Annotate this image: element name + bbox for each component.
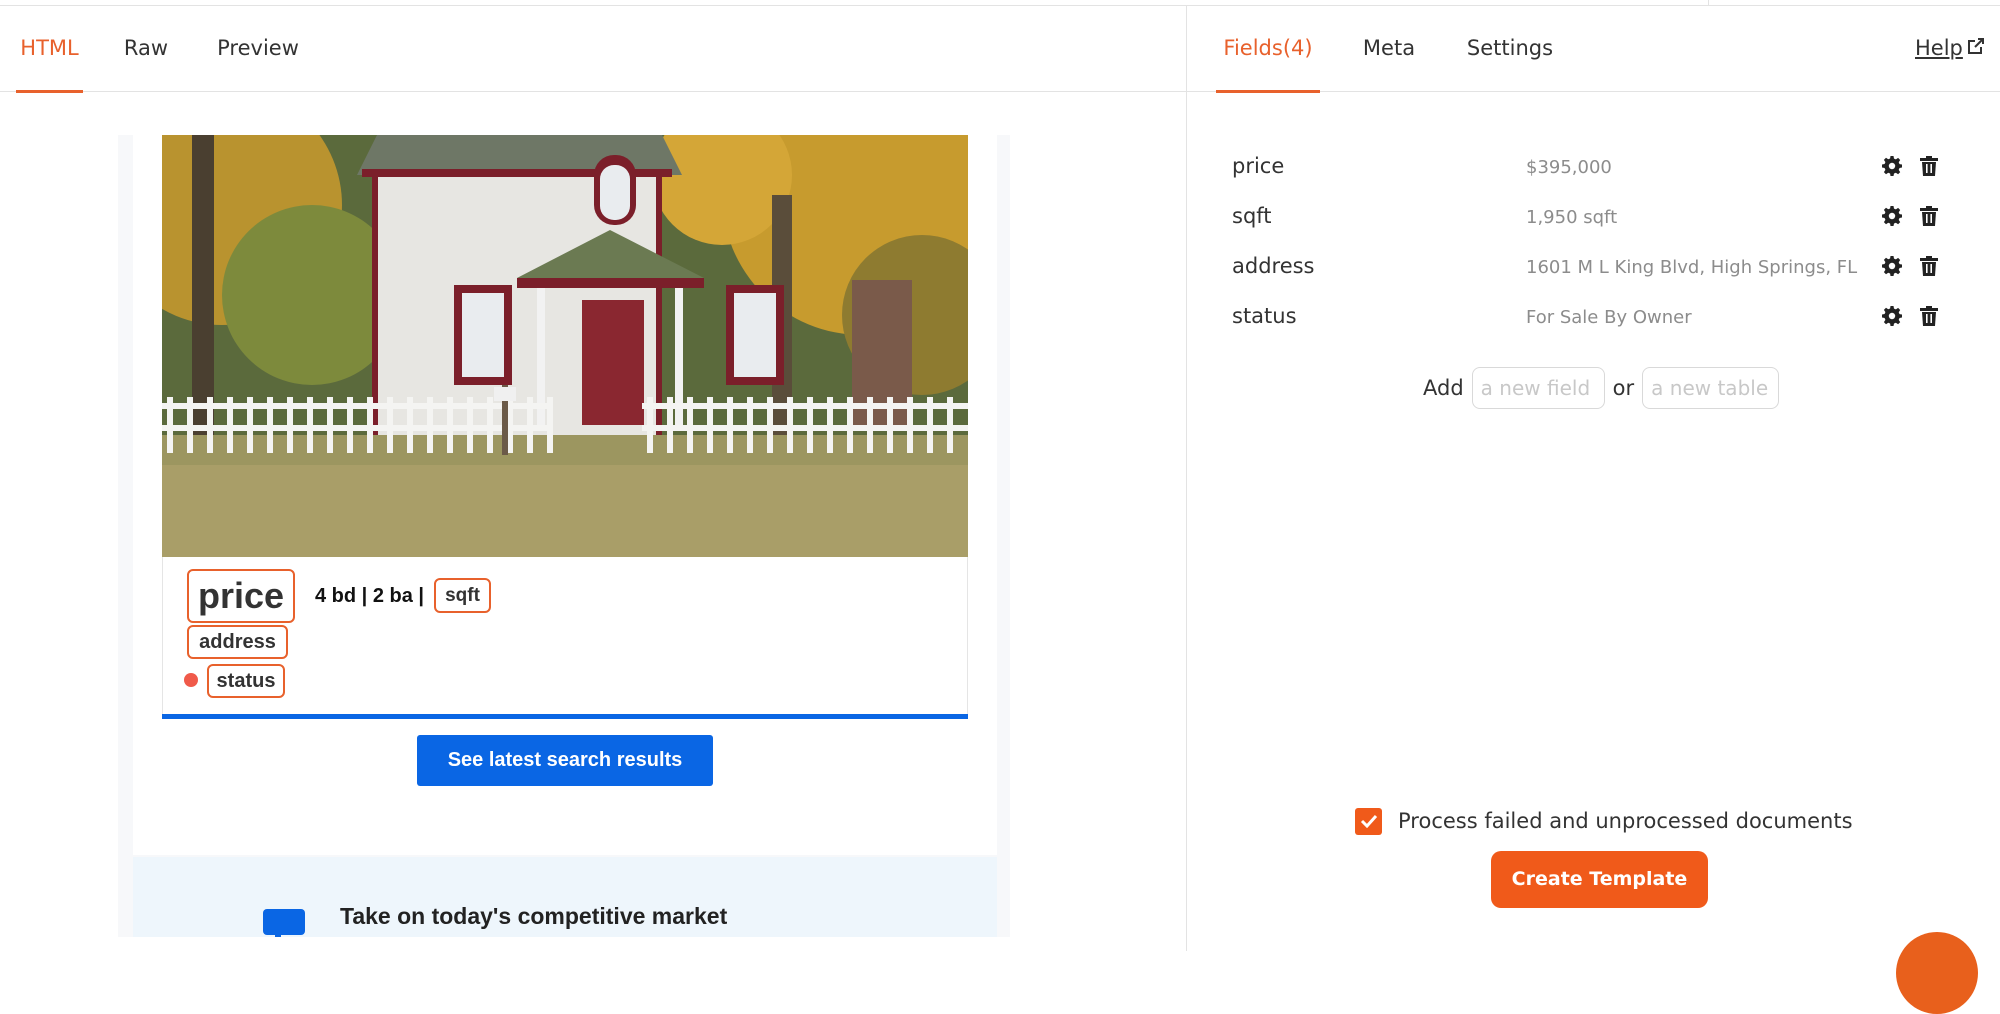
status-dot bbox=[184, 673, 198, 687]
panel-divider bbox=[1186, 6, 1187, 951]
field-name[interactable]: address bbox=[1232, 254, 1315, 278]
listing-accent-bar bbox=[162, 714, 968, 719]
gear-icon[interactable] bbox=[1882, 206, 1904, 228]
see-latest-search-results-button[interactable]: See latest search results bbox=[417, 735, 713, 786]
trash-icon[interactable] bbox=[1920, 306, 1942, 328]
chip-address[interactable]: address bbox=[187, 625, 288, 659]
beds-baths: 4 bd | 2 ba | bbox=[315, 585, 424, 607]
gear-icon[interactable] bbox=[1882, 306, 1904, 328]
add-field-row: Add or bbox=[1423, 367, 1787, 409]
check-icon bbox=[1360, 814, 1377, 828]
create-template-button[interactable]: Create Template bbox=[1491, 851, 1708, 908]
tab-raw[interactable]: Raw bbox=[118, 6, 174, 92]
field-name[interactable]: status bbox=[1232, 304, 1297, 328]
tab-html[interactable]: HTML bbox=[16, 6, 83, 93]
new-table-input[interactable] bbox=[1642, 367, 1780, 409]
tab-preview[interactable]: Preview bbox=[214, 6, 302, 92]
help-link[interactable]: Help bbox=[1915, 33, 1985, 63]
tab-fields[interactable]: Fields(4) bbox=[1216, 6, 1320, 93]
field-row-sqft: sqft 1,950 sqft bbox=[1232, 198, 1952, 238]
chat-message-icon bbox=[263, 907, 305, 937]
help-label: Help bbox=[1915, 36, 1963, 60]
field-value: 1,950 sqft bbox=[1526, 207, 1618, 228]
tab-settings[interactable]: Settings bbox=[1465, 6, 1555, 92]
promo-section: Take on today's competitive market bbox=[133, 857, 997, 937]
field-value: 1601 M L King Blvd, High Springs, FL bbox=[1526, 257, 1858, 278]
field-row-status: status For Sale By Owner bbox=[1232, 298, 1952, 338]
chip-price[interactable]: price bbox=[187, 569, 295, 623]
gear-icon[interactable] bbox=[1882, 156, 1904, 178]
field-row-address: address 1601 M L King Blvd, High Springs… bbox=[1232, 248, 1952, 288]
chip-status[interactable]: status bbox=[207, 664, 285, 698]
editor-tabs: HTML Raw Preview bbox=[0, 6, 1186, 93]
tab-meta[interactable]: Meta bbox=[1361, 6, 1417, 92]
trash-icon[interactable] bbox=[1920, 206, 1942, 228]
process-documents-checkbox[interactable] bbox=[1355, 807, 1382, 835]
field-row-price: price $395,000 bbox=[1232, 148, 1952, 188]
gear-icon[interactable] bbox=[1882, 256, 1904, 278]
process-documents-option: Process failed and unprocessed documents bbox=[1355, 807, 1853, 835]
add-label: Add bbox=[1423, 376, 1464, 400]
promo-title: Take on today's competitive market bbox=[340, 903, 728, 929]
external-link-icon bbox=[1967, 36, 1985, 60]
trash-icon[interactable] bbox=[1920, 156, 1942, 178]
or-label: or bbox=[1612, 376, 1635, 400]
trash-icon[interactable] bbox=[1920, 256, 1942, 278]
new-field-input[interactable] bbox=[1471, 367, 1605, 409]
chip-sqft[interactable]: sqft bbox=[434, 578, 491, 613]
process-documents-label: Process failed and unprocessed documents bbox=[1398, 809, 1853, 833]
field-value: For Sale By Owner bbox=[1526, 307, 1692, 328]
house-photo bbox=[162, 135, 968, 557]
field-value: $395,000 bbox=[1526, 157, 1612, 178]
panel-tabs: Fields(4) Meta Settings bbox=[1187, 6, 2000, 93]
field-name[interactable]: sqft bbox=[1232, 204, 1272, 228]
chat-widget-button[interactable] bbox=[1896, 932, 1978, 1014]
field-name[interactable]: price bbox=[1232, 154, 1284, 178]
